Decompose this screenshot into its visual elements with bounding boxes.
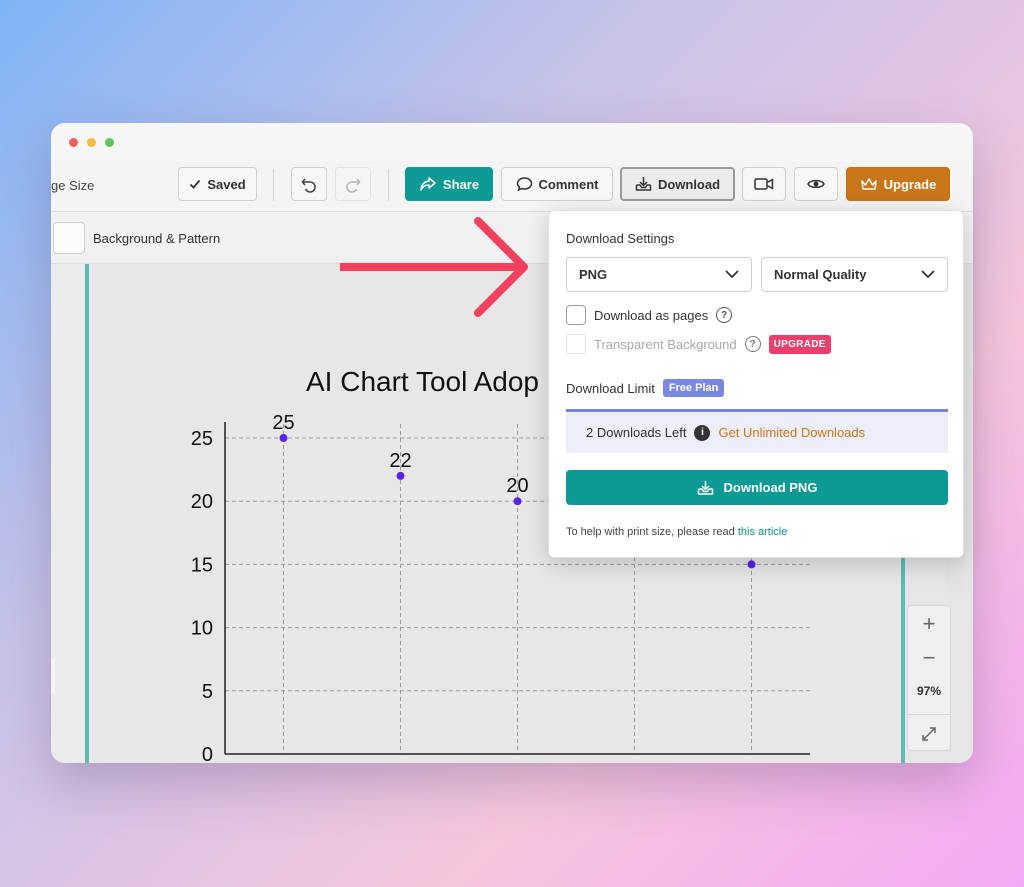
download-as-pages-label: Download as pages [594, 307, 709, 323]
toolbar-divider [388, 169, 389, 201]
print-size-help: To help with print size, please read thi… [566, 526, 787, 538]
y-tick-label: 0 [202, 744, 213, 763]
download-icon [697, 480, 713, 495]
preview-button[interactable] [794, 167, 838, 201]
download-limit-label: Download Limit [566, 380, 655, 396]
data-point [513, 497, 522, 506]
data-point [396, 471, 405, 480]
zoom-level: 97% [916, 684, 942, 698]
plan-badge: Free Plan [662, 379, 725, 397]
help-icon[interactable]: ? [744, 336, 761, 352]
download-png-button[interactable]: Download PNG [566, 470, 948, 505]
undo-button[interactable] [291, 167, 327, 201]
fit-to-screen-button[interactable] [908, 718, 950, 750]
download-settings-heading: Download Settings [566, 231, 675, 246]
right-panel-handle[interactable] [945, 553, 965, 593]
download-as-pages-checkbox[interactable] [566, 305, 586, 325]
maximize-window-button[interactable] [105, 138, 114, 147]
annotation-arrow [340, 217, 528, 317]
quality-select[interactable]: Normal Quality [761, 257, 948, 292]
y-tick-label: 10 [191, 618, 213, 640]
chart-title: AI Chart Tool Adop [306, 366, 539, 397]
upgrade-button[interactable]: Upgrade [846, 167, 950, 201]
page-size-menu[interactable]: ge Size [51, 178, 94, 193]
comment-label: Comment [538, 176, 599, 192]
get-unlimited-link[interactable]: Get Unlimited Downloads [718, 425, 865, 440]
chevron-down-icon [921, 270, 935, 279]
help-icon[interactable]: ? [716, 307, 733, 323]
share-button[interactable]: Share [405, 167, 493, 201]
window-titlebar [51, 123, 973, 161]
transparent-background-label: Transparent Background [594, 336, 737, 352]
upgrade-badge[interactable]: UPGRADE [768, 334, 831, 354]
top-toolbar: ge Size Saved Share Comment Download Upg… [51, 161, 973, 212]
y-tick-label: 15 [191, 554, 213, 576]
info-icon[interactable]: i [694, 424, 711, 441]
crown-icon [860, 178, 877, 190]
redo-button[interactable] [335, 167, 371, 201]
data-point [279, 434, 288, 442]
expand-icon [922, 727, 936, 741]
video-button[interactable] [742, 167, 786, 201]
downloads-left-box: 2 Downloads Left i Get Unlimited Downloa… [566, 409, 948, 453]
upgrade-label: Upgrade [883, 176, 937, 192]
zoom-out-button[interactable]: − [908, 642, 950, 674]
format-select[interactable]: PNG [566, 257, 752, 292]
saved-button[interactable]: Saved [178, 167, 257, 201]
zoom-divider [908, 714, 950, 715]
download-icon [635, 177, 652, 191]
left-panel-edge [51, 264, 85, 763]
download-limit-row: Download Limit Free Plan [566, 379, 725, 397]
data-label: 22 [389, 450, 411, 472]
background-pattern-menu[interactable]: Background & Pattern [93, 231, 220, 246]
background-color-swatch[interactable] [53, 222, 85, 254]
this-article-link[interactable]: this article [738, 526, 788, 538]
data-label: 20 [506, 475, 528, 497]
transparent-background-checkbox[interactable] [566, 334, 586, 354]
eye-icon [807, 179, 825, 189]
comment-icon [516, 177, 532, 192]
downloads-left-text: 2 Downloads Left [586, 425, 687, 440]
y-tick-label: 25 [191, 428, 213, 450]
chevron-down-icon [725, 270, 739, 279]
zoom-controls: + − 97% [907, 605, 951, 751]
undo-icon [301, 178, 316, 193]
toolbar-divider [273, 169, 274, 201]
download-settings-popup: Download Settings PNG Normal Quality Dow… [548, 210, 964, 558]
saved-label: Saved [207, 176, 246, 192]
transparent-background-row: Transparent Background ? UPGRADE [566, 334, 831, 354]
zoom-in-button[interactable]: + [908, 608, 950, 640]
share-icon [420, 177, 436, 191]
download-label: Download [657, 176, 721, 192]
y-tick-label: 20 [191, 491, 213, 513]
data-label: 25 [272, 412, 294, 434]
download-as-pages-row: Download as pages ? [566, 305, 733, 325]
side-panel-handle[interactable] [51, 659, 55, 693]
redo-icon [346, 178, 361, 193]
download-button[interactable]: Download [620, 167, 735, 201]
help-text-prefix: To help with print size, please read [566, 526, 738, 538]
download-png-label: Download PNG [723, 480, 818, 495]
y-tick-label: 5 [202, 681, 213, 703]
quality-value: Normal Quality [774, 267, 867, 282]
video-camera-icon [754, 178, 774, 190]
share-label: Share [442, 176, 480, 192]
data-point [747, 560, 756, 569]
minimize-window-button[interactable] [87, 138, 96, 147]
comment-button[interactable]: Comment [501, 167, 613, 201]
format-value: PNG [579, 267, 608, 282]
check-icon [190, 179, 201, 189]
close-window-button[interactable] [69, 138, 78, 147]
